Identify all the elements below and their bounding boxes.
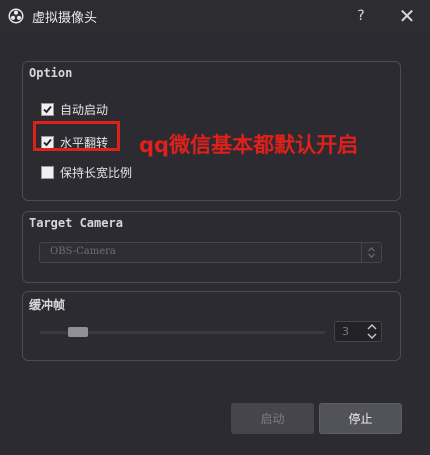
checkbox-box[interactable] [41, 165, 54, 179]
auto-start-checkbox[interactable]: 自动启动 [41, 100, 108, 118]
help-icon: ? [357, 8, 365, 24]
buffer-group-title: 缓冲帧 [29, 298, 66, 312]
keep-aspect-ratio-checkbox[interactable]: 保持长宽比例 [41, 163, 132, 181]
buffer-slider-handle[interactable] [68, 327, 88, 337]
check-icon [43, 105, 52, 113]
buffer-value: 3 [342, 325, 349, 338]
buffer-spinbox[interactable]: 3 [334, 321, 382, 342]
annotation-text: qq微信基本都默认开启 [139, 133, 359, 157]
camera-select[interactable]: OBS-Camera [39, 242, 382, 263]
option-group-title: Option [29, 66, 73, 80]
stop-button-label: 停止 [348, 412, 373, 426]
keep-aspect-ratio-label: 保持长宽比例 [60, 165, 133, 180]
window-title: 虚拟摄像头 [32, 11, 98, 26]
start-button-label: 启动 [260, 412, 285, 426]
close-icon: ✕ [398, 4, 416, 28]
spin-arrows-icon[interactable] [365, 323, 379, 340]
updown-chevron-icon [361, 243, 381, 262]
close-button[interactable]: ✕ [384, 0, 430, 32]
camera-select-value: OBS-Camera [50, 246, 116, 257]
title-bar: 虚拟摄像头 ? ✕ [0, 0, 430, 32]
checkbox-box[interactable] [41, 102, 54, 116]
obs-logo-icon [8, 8, 24, 24]
auto-start-label: 自动启动 [60, 102, 109, 117]
stop-button[interactable]: 停止 [319, 403, 402, 434]
highlight-box [33, 121, 120, 151]
help-button[interactable]: ? [338, 0, 384, 32]
target-camera-title: Target Camera [29, 216, 123, 230]
start-button[interactable]: 启动 [231, 403, 314, 434]
